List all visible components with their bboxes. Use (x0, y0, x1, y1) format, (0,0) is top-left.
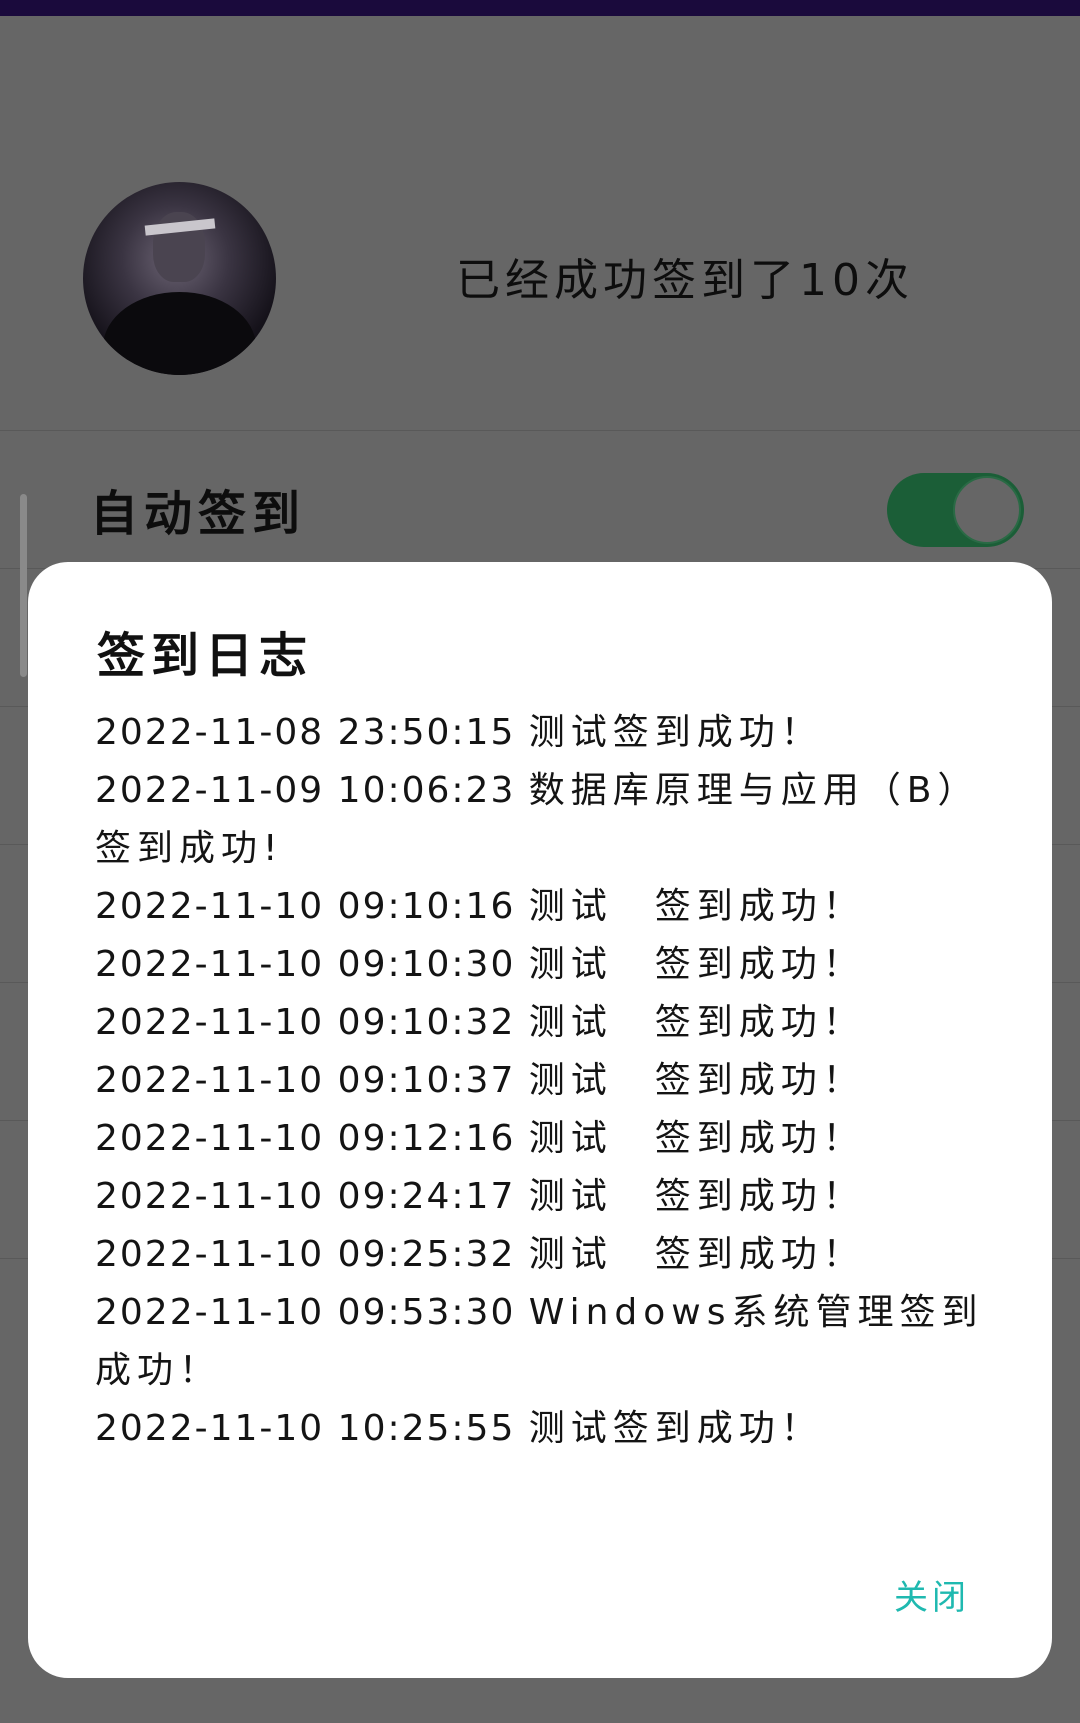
status-bar (0, 0, 1080, 16)
log-entry: 2022-11-10 09:10:32 测试 签到成功！ (95, 994, 995, 1052)
log-entry: 2022-11-08 23:50:15 测试签到成功！ (95, 704, 995, 762)
signed-count-text: 已经成功签到了10次 (456, 255, 914, 306)
log-message: 测试 签到成功！ (528, 1002, 865, 1043)
log-message: 测试 签到成功！ (528, 1060, 865, 1101)
log-time: 2022-11-10 10:25:55 (95, 1408, 516, 1449)
log-time: 2022-11-10 09:10:32 (95, 1002, 516, 1043)
log-time: 2022-11-10 09:10:37 (95, 1060, 516, 1101)
log-time: 2022-11-10 09:24:17 (95, 1176, 516, 1217)
signin-log-dialog: 签到日志 2022-11-08 23:50:15 测试签到成功！ 2022-11… (28, 562, 1052, 1678)
toggle-knob (953, 476, 1021, 544)
log-message: 测试签到成功！ (528, 1408, 823, 1449)
log-entry: 2022-11-09 10:06:23 数据库原理与应用（B）签到成功! (95, 762, 995, 878)
profile-header: 已经成功签到了10次 (0, 16, 1080, 430)
log-message: 测试 签到成功！ (528, 944, 865, 985)
log-time: 2022-11-08 23:50:15 (95, 712, 516, 753)
dialog-title: 签到日志 (97, 628, 314, 684)
close-button[interactable]: 关闭 (894, 1570, 970, 1619)
auto-signin-row[interactable]: 自动签到 (0, 430, 1080, 568)
log-entry: 2022-11-10 10:25:55 测试签到成功！ (95, 1400, 995, 1458)
log-time: 2022-11-10 09:25:32 (95, 1234, 516, 1275)
avatar[interactable] (83, 182, 276, 375)
log-message: 测试 签到成功！ (528, 1234, 865, 1275)
log-entry: 2022-11-10 09:10:37 测试 签到成功！ (95, 1052, 995, 1110)
log-time: 2022-11-10 09:53:30 (95, 1292, 516, 1333)
auto-signin-label: 自动签到 (90, 486, 307, 542)
log-entry: 2022-11-10 09:24:17 测试 签到成功！ (95, 1168, 995, 1226)
auto-signin-toggle[interactable] (887, 473, 1024, 547)
log-time: 2022-11-09 10:06:23 (95, 770, 516, 811)
log-time: 2022-11-10 09:10:30 (95, 944, 516, 985)
log-entry: 2022-11-10 09:25:32 测试 签到成功！ (95, 1226, 995, 1284)
log-entry: 2022-11-10 09:10:16 测试 签到成功！ (95, 878, 995, 936)
log-entry: 2022-11-10 09:10:30 测试 签到成功！ (95, 936, 995, 994)
log-message: 测试 签到成功！ (528, 1118, 865, 1159)
log-entry: 2022-11-10 09:12:16 测试 签到成功！ (95, 1110, 995, 1168)
log-message: 测试 签到成功！ (528, 1176, 865, 1217)
log-list: 2022-11-08 23:50:15 测试签到成功！ 2022-11-09 1… (95, 704, 995, 1458)
log-time: 2022-11-10 09:12:16 (95, 1118, 516, 1159)
log-time: 2022-11-10 09:10:16 (95, 886, 516, 927)
log-entry: 2022-11-10 09:53:30 Windows系统管理签到成功！ (95, 1284, 995, 1400)
log-message: 测试 签到成功！ (528, 886, 865, 927)
avatar-figure-body (103, 292, 256, 375)
log-message: 测试签到成功！ (528, 712, 823, 753)
scrollbar[interactable] (20, 494, 27, 677)
